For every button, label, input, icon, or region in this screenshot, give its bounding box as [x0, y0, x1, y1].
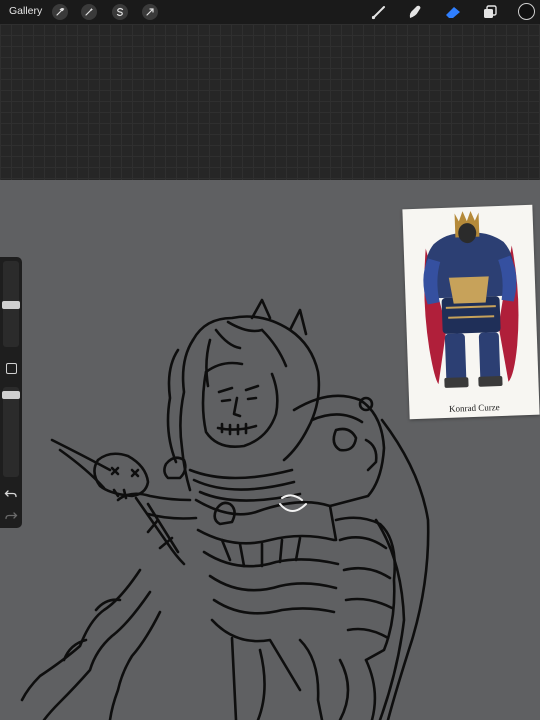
eraser-icon[interactable] [444, 4, 462, 20]
reference-figure-illustration [423, 210, 519, 388]
redo-icon[interactable] [4, 509, 18, 521]
smudge-icon[interactable] [406, 4, 424, 20]
workspace-grid [0, 24, 540, 180]
brush-icon[interactable] [370, 4, 388, 20]
magic-wand-icon[interactable] [81, 4, 97, 20]
brush-size-thumb[interactable] [2, 301, 20, 309]
top-toolbar: Gallery [0, 0, 540, 24]
opacity-thumb[interactable] [2, 391, 20, 399]
reference-image[interactable]: Konrad Curze [402, 204, 540, 420]
layers-icon[interactable] [481, 4, 499, 20]
opacity-slider[interactable] [2, 387, 20, 477]
undo-icon[interactable] [4, 487, 18, 499]
modify-button[interactable] [6, 363, 17, 374]
brush-size-slider[interactable] [2, 261, 20, 347]
gallery-button[interactable]: Gallery [9, 5, 42, 17]
brush-sidebar [0, 257, 22, 528]
color-picker-swatch[interactable] [518, 3, 535, 20]
wrench-icon[interactable] [52, 4, 68, 20]
reference-caption: Konrad Curze [448, 402, 500, 414]
transform-icon[interactable] [142, 4, 158, 20]
selection-icon[interactable] [112, 4, 128, 20]
